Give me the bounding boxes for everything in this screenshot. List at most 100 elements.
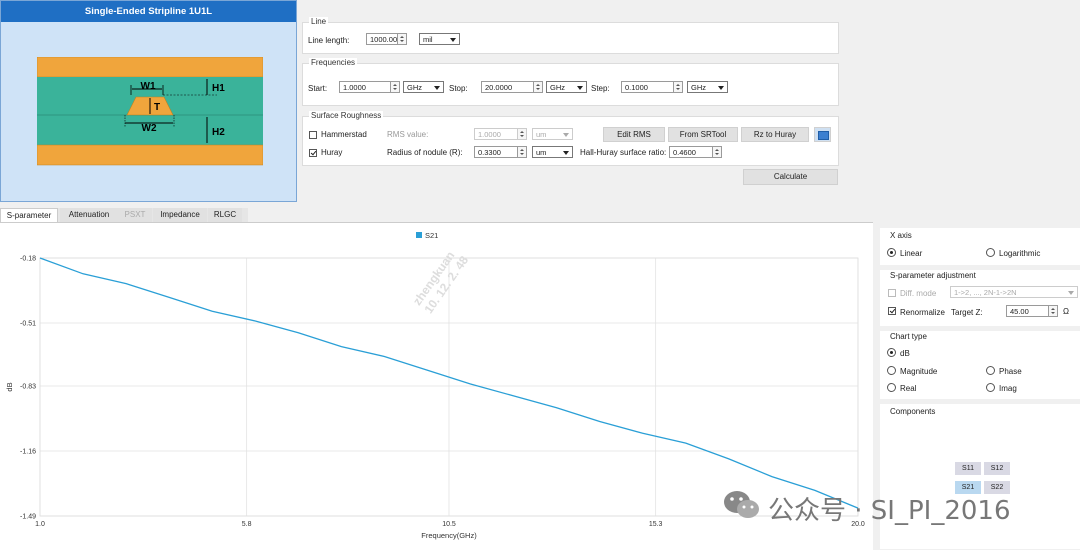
tab-psxt[interactable]: PSXT bbox=[118, 208, 152, 222]
tab-impedance[interactable]: Impedance bbox=[153, 208, 207, 222]
radius-input[interactable]: 0.3300 bbox=[474, 146, 518, 158]
start-unit-select[interactable]: GHz bbox=[403, 81, 444, 93]
imag-label: Imag bbox=[999, 384, 1017, 393]
huray-checkbox[interactable] bbox=[309, 149, 317, 157]
image-icon bbox=[818, 131, 829, 140]
target-z-spinner[interactable] bbox=[1049, 305, 1058, 317]
wechat-watermark: 公众号 · SI_PI_2016 bbox=[722, 488, 1072, 526]
chevron-down-icon bbox=[563, 133, 569, 137]
chevron-down-icon bbox=[1068, 291, 1074, 295]
hall-huray-ratio-input[interactable]: 0.4600 bbox=[669, 146, 713, 158]
frequencies-group-title: Frequencies bbox=[309, 58, 358, 67]
renormalize-checkbox[interactable] bbox=[888, 307, 896, 315]
chart-type-group: Chart type dB Magnitude Phase Real Imag bbox=[880, 331, 1080, 398]
hammerstad-label: Hammerstad bbox=[321, 130, 367, 139]
real-radio[interactable] bbox=[887, 383, 896, 392]
step-label: Step: bbox=[591, 84, 610, 93]
ohm-unit: Ω bbox=[1063, 307, 1069, 316]
chevron-down-icon bbox=[718, 86, 724, 90]
h2-label: H2 bbox=[212, 127, 225, 138]
line-length-unit-select[interactable]: mil bbox=[419, 33, 460, 45]
radius-unit-select[interactable]: um bbox=[532, 146, 573, 158]
line-group-title: Line bbox=[309, 17, 329, 26]
line-length-label: Line length: bbox=[308, 36, 350, 45]
surface-roughness-group: Surface Roughness Hammerstad RMS value: … bbox=[302, 111, 839, 166]
frequencies-group: Frequencies Start: 1.0000 GHz Stop: 20.0… bbox=[302, 58, 839, 106]
edit-rms-button[interactable]: Edit RMS bbox=[603, 127, 665, 142]
stackup-preview-panel: Single-Ended Stripline 1U1L W1 W2 T H1 H… bbox=[0, 0, 297, 202]
component-s11[interactable]: S11 bbox=[955, 462, 981, 475]
step-input[interactable]: 0.1000 bbox=[621, 81, 674, 93]
components-title: Components bbox=[890, 407, 936, 416]
line-length-unit-value: mil bbox=[423, 35, 433, 44]
rms-value-input[interactable]: 1.0000 bbox=[474, 128, 518, 140]
y-tick-label: -1.49 bbox=[20, 514, 36, 521]
start-input[interactable]: 1.0000 bbox=[339, 81, 391, 93]
radius-spinner[interactable] bbox=[518, 146, 527, 158]
renormalize-label: Renormalize bbox=[900, 308, 945, 317]
linear-label: Linear bbox=[900, 249, 923, 258]
s-parameter-adjustment-title: S-parameter adjustment bbox=[890, 271, 976, 280]
w1-label: W1 bbox=[141, 81, 156, 92]
tab-attenuation[interactable]: Attenuation bbox=[60, 208, 118, 222]
rms-unit-select[interactable]: um bbox=[532, 128, 573, 140]
chevron-down-icon bbox=[434, 86, 440, 90]
diff-mode-checkbox[interactable] bbox=[888, 289, 896, 297]
x-axis-title: X axis bbox=[890, 231, 912, 240]
rms-unit-value: um bbox=[536, 130, 547, 139]
rms-value-spinner[interactable] bbox=[518, 128, 527, 140]
hall-huray-ratio-spinner[interactable] bbox=[713, 146, 722, 158]
phase-radio[interactable] bbox=[986, 366, 995, 375]
line-group: Line Line length: 1000.00 mil bbox=[302, 17, 839, 54]
db-radio[interactable] bbox=[887, 348, 896, 357]
chart-type-title: Chart type bbox=[890, 332, 927, 341]
wechat-icon bbox=[724, 491, 759, 518]
rz-to-huray-button[interactable]: Rz to Huray bbox=[741, 127, 809, 142]
target-z-input[interactable]: 45.00 bbox=[1006, 305, 1049, 317]
linear-radio[interactable] bbox=[887, 248, 896, 257]
legend-swatch bbox=[416, 232, 422, 238]
component-s12[interactable]: S12 bbox=[984, 462, 1010, 475]
diff-mode-select[interactable]: 1->2, ..., 2N-1->2N bbox=[950, 286, 1078, 298]
stop-spinner[interactable] bbox=[534, 81, 543, 93]
stop-input[interactable]: 20.0000 bbox=[481, 81, 534, 93]
w2-label: W2 bbox=[142, 123, 157, 134]
x-tick-label: 5.8 bbox=[242, 521, 252, 528]
imag-radio[interactable] bbox=[986, 383, 995, 392]
step-spinner[interactable] bbox=[674, 81, 683, 93]
tab-s-parameter[interactable]: S-parameter bbox=[0, 208, 58, 222]
line-length-input[interactable]: 1000.00 bbox=[366, 33, 398, 45]
magnitude-radio[interactable] bbox=[887, 366, 896, 375]
real-label: Real bbox=[900, 384, 917, 393]
from-srtool-button[interactable]: From SRTool bbox=[668, 127, 738, 142]
tab-rlgc[interactable]: RLGC bbox=[208, 208, 242, 222]
y-axis-label: dB bbox=[5, 382, 14, 391]
start-unit-value: GHz bbox=[407, 83, 422, 92]
stop-unit-select[interactable]: GHz bbox=[546, 81, 587, 93]
x-tick-label: 10.5 bbox=[442, 521, 456, 528]
x-tick-label: 15.3 bbox=[649, 521, 663, 528]
line-length-spinner[interactable] bbox=[398, 33, 407, 45]
logarithmic-radio[interactable] bbox=[986, 248, 995, 257]
image-icon-button[interactable] bbox=[814, 127, 831, 142]
target-z-label: Target Z: bbox=[951, 308, 983, 317]
h1-label: H1 bbox=[212, 83, 225, 94]
diff-mode-value: 1->2, ..., 2N-1->2N bbox=[954, 288, 1017, 297]
t-label: T bbox=[154, 102, 160, 113]
calculate-button[interactable]: Calculate bbox=[743, 169, 838, 185]
x-axis-group: X axis Linear Logarithmic bbox=[880, 228, 1080, 264]
x-axis-label: Frequency(GHz) bbox=[421, 531, 477, 540]
logarithmic-label: Logarithmic bbox=[999, 249, 1041, 258]
stop-label: Stop: bbox=[449, 84, 468, 93]
start-spinner[interactable] bbox=[391, 81, 400, 93]
hammerstad-checkbox[interactable] bbox=[309, 131, 317, 139]
brand-text: 公众号 · SI_PI_2016 bbox=[768, 496, 1011, 526]
rms-value-label: RMS value: bbox=[387, 130, 429, 139]
step-unit-select[interactable]: GHz bbox=[687, 81, 728, 93]
x-tick-label: 1.0 bbox=[35, 521, 45, 528]
huray-label: Huray bbox=[321, 148, 343, 157]
preview-title: Single-Ended Stripline 1U1L bbox=[1, 1, 296, 22]
radius-of-nodule-label: Radius of nodule (R): bbox=[387, 148, 463, 157]
y-tick-label: -0.83 bbox=[20, 384, 36, 391]
chevron-down-icon bbox=[577, 86, 583, 90]
